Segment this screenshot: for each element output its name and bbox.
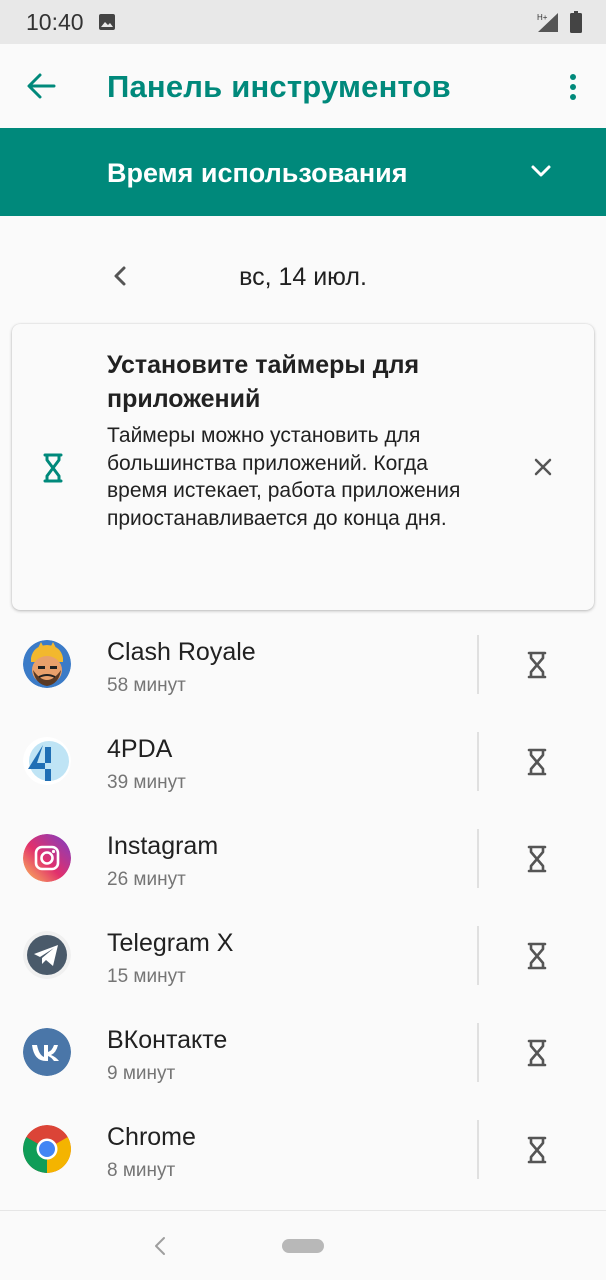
battery-icon (570, 11, 582, 33)
status-bar: 10:40 H+ (0, 0, 606, 44)
card-title: Установите таймеры для приложений (107, 351, 420, 413)
list-item[interactable]: 4PDA 39 минут (0, 711, 606, 808)
chevron-down-icon (531, 165, 551, 177)
home-pill-button[interactable] (282, 1239, 324, 1253)
app-name: Chrome (107, 1123, 196, 1151)
app-name: ВКонтакте (107, 1026, 228, 1054)
list-item[interactable]: Instagram 26 минут (0, 808, 606, 905)
app-name: Instagram (107, 832, 219, 860)
hourglass-icon[interactable] (527, 845, 547, 873)
divider (477, 732, 479, 791)
divider (477, 635, 479, 694)
section-title: Время использования (107, 158, 408, 188)
usage-time-dropdown[interactable]: Время использования (0, 128, 606, 216)
date-label: вс, 14 июл. (239, 263, 367, 291)
app-usage-time: 39 минут (107, 772, 186, 793)
divider (477, 829, 479, 888)
hourglass-icon[interactable] (527, 1136, 547, 1164)
system-nav-bar (0, 1210, 606, 1280)
list-item[interactable]: ВКонтакте 9 минут (0, 1002, 606, 1099)
clash-royale-icon (23, 640, 71, 688)
list-item[interactable]: Chrome 8 минут (0, 1099, 606, 1196)
4pda-icon (23, 737, 71, 785)
chrome-icon (23, 1125, 71, 1173)
vk-icon (23, 1028, 71, 1076)
hourglass-icon[interactable] (527, 748, 547, 776)
date-navigation: вс, 14 июл. (0, 216, 606, 320)
network-type-label: H+ (537, 13, 548, 22)
app-usage-time: 26 минут (107, 869, 186, 890)
timer-suggestion-card: Установите таймеры для приложений Таймер… (12, 324, 594, 610)
nav-back-icon[interactable] (152, 1235, 168, 1257)
telegram-icon (23, 931, 71, 979)
divider (477, 926, 479, 985)
instagram-icon (23, 834, 71, 882)
divider (477, 1120, 479, 1179)
more-vert-icon[interactable] (566, 74, 580, 100)
app-name: Clash Royale (107, 638, 256, 666)
hourglass-icon[interactable] (527, 942, 547, 970)
app-usage-time: 58 минут (107, 675, 186, 696)
list-item[interactable]: Clash Royale 58 минут (0, 614, 606, 711)
app-usage-list: Clash Royale 58 минут 4PDA 39 минут Inst… (0, 614, 606, 1196)
app-name: 4PDA (107, 735, 173, 763)
card-body: Таймеры можно установить для большинства… (107, 424, 461, 530)
list-item[interactable]: Telegram X 15 минут (0, 905, 606, 1002)
hourglass-icon[interactable] (527, 651, 547, 679)
signal-icon: H+ (537, 13, 558, 32)
app-usage-time: 8 минут (107, 1160, 176, 1181)
app-usage-time: 9 минут (107, 1063, 176, 1084)
close-icon[interactable] (534, 458, 552, 476)
hourglass-icon (43, 453, 63, 483)
gallery-icon (98, 14, 115, 30)
app-usage-time: 15 минут (107, 966, 186, 987)
arrow-back-icon[interactable] (26, 72, 56, 100)
divider (477, 1023, 479, 1082)
app-bar: Панель инструментов (0, 44, 606, 128)
hourglass-icon[interactable] (527, 1039, 547, 1067)
page-title: Панель инструментов (107, 69, 451, 104)
app-name: Telegram X (107, 929, 234, 957)
status-time: 10:40 (26, 8, 84, 35)
